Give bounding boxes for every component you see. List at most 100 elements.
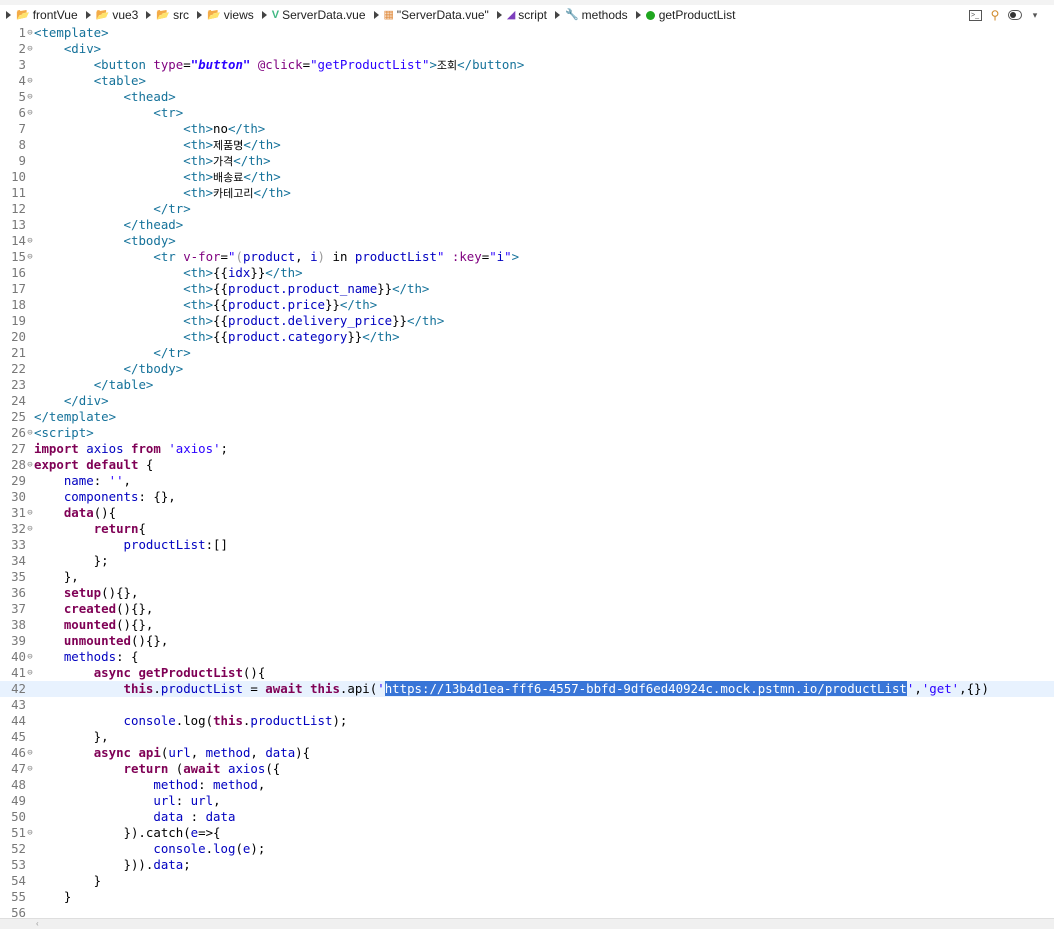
code-line[interactable]: 18 <th>{{product.price}}</th> xyxy=(0,297,1054,313)
code-line[interactable]: 48 method: method, xyxy=(0,777,1054,793)
code-line[interactable]: 5 ⊖ <thead> xyxy=(0,89,1054,105)
breadcrumb-item[interactable]: 📂 frontVue xyxy=(16,8,78,22)
code-line[interactable]: 7 <th>no</th> xyxy=(0,121,1054,137)
code-line[interactable]: 24 </div> xyxy=(0,393,1054,409)
code-line[interactable]: 50 data : data xyxy=(0,809,1054,825)
chevron-right-icon[interactable] xyxy=(496,11,502,19)
fold-toggle-icon[interactable]: ⊖ xyxy=(26,25,34,41)
code-line[interactable]: 13 </thead> xyxy=(0,217,1054,233)
code-line[interactable]: 27 import axios from 'axios'; xyxy=(0,441,1054,457)
scroll-left-icon[interactable]: ‹ xyxy=(36,920,42,928)
fold-toggle-icon[interactable]: ⊖ xyxy=(26,73,34,89)
code-line[interactable]: 10 <th>배송료</th> xyxy=(0,169,1054,185)
fold-toggle-icon[interactable]: ⊖ xyxy=(26,521,34,537)
chevron-right-icon[interactable] xyxy=(85,11,91,19)
fold-toggle-icon[interactable]: ⊖ xyxy=(26,649,34,665)
code-line[interactable]: 34 }; xyxy=(0,553,1054,569)
code-line[interactable]: 52 console.log(e); xyxy=(0,841,1054,857)
chevron-right-icon[interactable] xyxy=(6,11,11,19)
code-line[interactable]: 44 console.log(this.productList); xyxy=(0,713,1054,729)
code-editor[interactable]: 1 ⊖ <template> 2 ⊖ <div> 3 <button type="butt… xyxy=(0,25,1054,920)
code-line[interactable]: 39 unmounted(){}, xyxy=(0,633,1054,649)
code-line[interactable]: 26 ⊖ <script> xyxy=(0,425,1054,441)
code-line[interactable]: 42 this.productList = await this.api('ht… xyxy=(0,681,1054,697)
code-line[interactable]: 45 }, xyxy=(0,729,1054,745)
code-line[interactable]: 4 ⊖ <table> xyxy=(0,73,1054,89)
code-line[interactable]: 17 <th>{{product.product_name}}</th> xyxy=(0,281,1054,297)
code-line[interactable]: 15 ⊖ <tr v-for="(product, i) in productLi… xyxy=(0,249,1054,265)
horizontal-scrollbar[interactable]: ‹ xyxy=(0,918,1054,929)
code-line[interactable]: 40 ⊖ methods: { xyxy=(0,649,1054,665)
code-line[interactable]: 41 ⊖ async getProductList(){ xyxy=(0,665,1054,681)
toggle-icon[interactable] xyxy=(1008,8,1022,22)
code-line[interactable]: 28 ⊖ export default { xyxy=(0,457,1054,473)
code-line[interactable]: 53 })).data; xyxy=(0,857,1054,873)
code-line[interactable]: 16 <th>{{idx}}</th> xyxy=(0,265,1054,281)
fold-toggle-icon[interactable]: ⊖ xyxy=(26,457,34,473)
line-number: 17 xyxy=(11,281,26,296)
code-line[interactable]: 8 <th>제품명</th> xyxy=(0,137,1054,153)
code-line[interactable]: 36 setup(){}, xyxy=(0,585,1054,601)
code-line[interactable]: 3 <button type="button" @click="getProdu… xyxy=(0,57,1054,73)
breadcrumb-item[interactable]: V ServerData.vue xyxy=(272,8,366,22)
code-line[interactable]: 51 ⊖ }).catch(e=>{ xyxy=(0,825,1054,841)
code-line[interactable]: 29 name: '', xyxy=(0,473,1054,489)
fold-toggle-icon[interactable]: ⊖ xyxy=(26,665,34,681)
code-line[interactable]: 22 </tbody> xyxy=(0,361,1054,377)
code-line[interactable]: 19 <th>{{product.delivery_price}}</th> xyxy=(0,313,1054,329)
breadcrumb-item[interactable]: 📂 vue3 xyxy=(96,8,139,22)
code-line[interactable]: 11 <th>카테고리</th> xyxy=(0,185,1054,201)
code-text: <th>배송료</th> xyxy=(183,169,281,184)
fold-toggle-icon[interactable]: ⊖ xyxy=(26,745,34,761)
code-line[interactable]: 23 </table> xyxy=(0,377,1054,393)
fold-toggle-icon[interactable]: ⊖ xyxy=(26,249,34,265)
code-line[interactable]: 12 </tr> xyxy=(0,201,1054,217)
code-line[interactable]: 14 ⊖ <tbody> xyxy=(0,233,1054,249)
code-line[interactable]: 31 ⊖ data(){ xyxy=(0,505,1054,521)
code-line[interactable]: 55 } xyxy=(0,889,1054,905)
fold-toggle-icon[interactable]: ⊖ xyxy=(26,761,34,777)
code-line[interactable]: 1 ⊖ <template> xyxy=(0,25,1054,41)
chevron-right-icon[interactable] xyxy=(554,11,560,19)
chevron-down-icon[interactable]: ▾ xyxy=(1028,8,1042,22)
chevron-right-icon[interactable] xyxy=(635,11,641,19)
code-text: <th>카테고리</th> xyxy=(183,185,291,200)
fold-toggle-icon[interactable]: ⊖ xyxy=(26,105,34,121)
fold-toggle-icon[interactable]: ⊖ xyxy=(26,425,34,441)
code-line[interactable]: 2 ⊖ <div> xyxy=(0,41,1054,57)
overlay-icon[interactable]: ⚲ xyxy=(988,8,1002,22)
code-line[interactable]: 32 ⊖ return{ xyxy=(0,521,1054,537)
fold-toggle-icon[interactable]: ⊖ xyxy=(26,233,34,249)
code-text: console.log(e); xyxy=(153,841,266,856)
breadcrumb-item[interactable]: 📂 src xyxy=(156,8,189,22)
code-line[interactable]: 6 ⊖ <tr> xyxy=(0,105,1054,121)
code-line[interactable]: 30 components: {}, xyxy=(0,489,1054,505)
breadcrumb-item[interactable]: ◢ script xyxy=(507,8,547,22)
breadcrumb-item[interactable]: 📂 views xyxy=(207,8,254,22)
breadcrumb-item[interactable]: getProductList xyxy=(645,8,735,22)
fold-toggle-icon[interactable]: ⊖ xyxy=(26,89,34,105)
breadcrumb-item[interactable]: 🔧 methods xyxy=(565,8,628,22)
code-line[interactable]: 54 } xyxy=(0,873,1054,889)
fold-toggle-icon[interactable]: ⊖ xyxy=(26,41,34,57)
breadcrumb-item[interactable]: ▦ "ServerData.vue" xyxy=(384,8,489,22)
code-line[interactable]: 43 xyxy=(0,697,1054,713)
code-line[interactable]: 20 <th>{{product.category}}</th> xyxy=(0,329,1054,345)
code-line[interactable]: 33 productList:[] xyxy=(0,537,1054,553)
chevron-right-icon[interactable] xyxy=(197,11,203,19)
code-line[interactable]: 49 url: url, xyxy=(0,793,1054,809)
chevron-right-icon[interactable] xyxy=(146,11,152,19)
code-line[interactable]: 37 created(){}, xyxy=(0,601,1054,617)
code-line[interactable]: 47 ⊖ return (await axios({ xyxy=(0,761,1054,777)
code-line[interactable]: 46 ⊖ async api(url, method, data){ xyxy=(0,745,1054,761)
code-line[interactable]: 25 </template> xyxy=(0,409,1054,425)
chevron-right-icon[interactable] xyxy=(261,11,267,19)
fold-toggle-icon[interactable]: ⊖ xyxy=(26,825,34,841)
chevron-right-icon[interactable] xyxy=(373,11,379,19)
code-line[interactable]: 9 <th>가격</th> xyxy=(0,153,1054,169)
fold-toggle-icon[interactable]: ⊖ xyxy=(26,505,34,521)
code-line[interactable]: 21 </tr> xyxy=(0,345,1054,361)
code-line[interactable]: 38 mounted(){}, xyxy=(0,617,1054,633)
code-line[interactable]: 35 }, xyxy=(0,569,1054,585)
terminal-icon[interactable]: >_ xyxy=(968,8,982,22)
